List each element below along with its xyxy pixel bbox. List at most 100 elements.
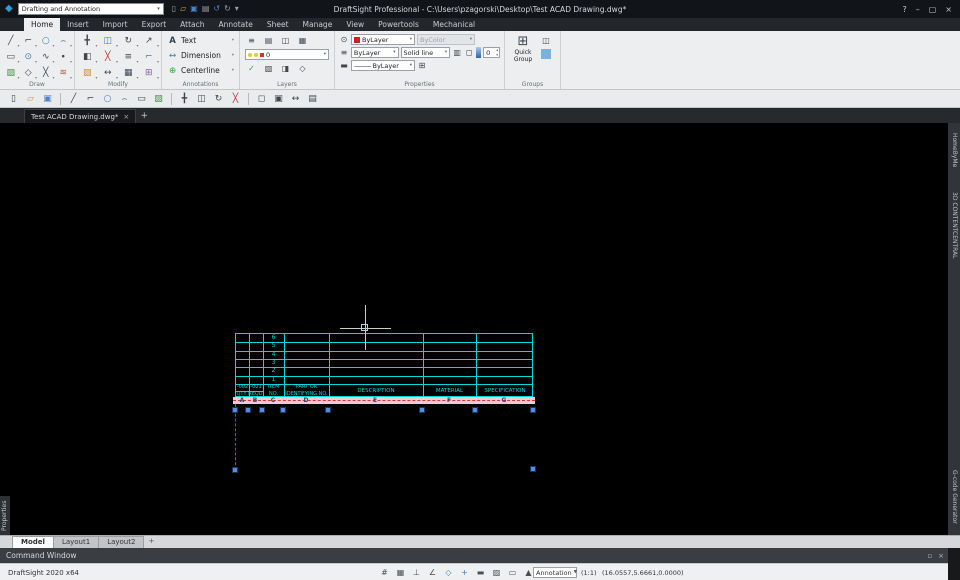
parts-list-table[interactable]: 654321 -002 -001 QTY REQD ITEM NO. PART …	[235, 333, 533, 397]
quick-group-button[interactable]: ⊞ Quick Group	[509, 34, 537, 63]
esnap-icon[interactable]: ◇	[442, 566, 455, 578]
sheet-tab[interactable]: Layout1	[52, 536, 100, 548]
trim-icon[interactable]: ╳ ▾	[98, 49, 118, 65]
line-color-dropdown[interactable]: ByLayer ▾	[351, 34, 415, 45]
rectangle-icon[interactable]: ▭ ▾	[2, 49, 19, 65]
mirror-icon[interactable]: ◧ ▾	[77, 49, 98, 65]
view-scale-label[interactable]: (1:1)	[581, 569, 597, 577]
add-sheet-button[interactable]: +	[143, 536, 159, 548]
drawing-canvas[interactable]: 654321 -002 -001 QTY REQD ITEM NO. PART …	[0, 123, 960, 535]
ribbon-tab[interactable]: Mechanical	[426, 18, 482, 31]
copy-tool-icon[interactable]: ◫	[194, 92, 209, 106]
ellipse-icon[interactable]: ⊙ ▾	[20, 49, 37, 65]
pan-icon[interactable]: ↔	[288, 92, 303, 106]
line-style-dropdown[interactable]: Solid line ▾	[400, 47, 451, 58]
properties-panel-tab[interactable]: Properties	[0, 496, 10, 535]
move-icon[interactable]: ╋ ▾	[77, 33, 98, 49]
qat-menu-icon[interactable]: ▾	[235, 0, 239, 18]
line-weight-dropdown[interactable]: ByLayer ▾	[350, 47, 399, 58]
grid-icon[interactable]: ▦	[394, 566, 407, 578]
dimension-button[interactable]: ↔ Dimension ▾	[164, 48, 237, 63]
restore-icon[interactable]: ▢	[929, 5, 937, 14]
layer-dropdown[interactable]: 0 ▾	[245, 49, 329, 60]
zoom-fit-icon[interactable]: ▣	[271, 92, 286, 106]
layer-hide-icon[interactable]: ▧	[261, 62, 276, 75]
hatch-icon[interactable]: ▨ ▾	[2, 65, 19, 81]
open-file-icon[interactable]: ▱	[180, 0, 186, 18]
rectangle-tool-icon[interactable]: ▭	[134, 92, 149, 106]
layer-match-icon[interactable]: ◇	[295, 62, 310, 75]
ribbon-tab[interactable]: Insert	[60, 18, 96, 31]
toolbar-icon[interactable]	[60, 92, 61, 105]
polygon-icon[interactable]: ◇ ▾	[20, 65, 37, 81]
close-tab-icon[interactable]: ×	[123, 113, 129, 121]
layers-manager-icon[interactable]: ≡	[244, 34, 259, 47]
layer-lock-icon[interactable]: ◨	[278, 62, 293, 75]
circle-icon[interactable]: ○ ▾	[37, 33, 55, 49]
entity-transparency-icon[interactable]: ◻	[464, 48, 474, 57]
layer-isolate-icon[interactable]: ◫	[278, 34, 293, 47]
snap-icon[interactable]: #	[378, 566, 391, 578]
ribbon-tab[interactable]: Powertools	[371, 18, 426, 31]
sheet-tab[interactable]: Layout2	[98, 536, 145, 548]
spline-icon[interactable]: ∿ ▾	[37, 49, 55, 65]
etrack-icon[interactable]: +	[458, 566, 471, 578]
help-icon[interactable]: ?	[902, 5, 906, 14]
grip[interactable]	[472, 407, 478, 413]
trim-tool-icon[interactable]: ╳	[228, 92, 243, 106]
ribbon-tab[interactable]: View	[339, 18, 371, 31]
spinner-arrows-icon[interactable]: ▴ ▾	[496, 48, 498, 58]
arc-icon[interactable]: ⌢ ▾	[55, 33, 72, 49]
layer-states-icon[interactable]: ✓	[244, 62, 259, 75]
copy-icon[interactable]: ◫ ▾	[98, 33, 118, 49]
close-icon[interactable]: ×	[945, 5, 952, 14]
stretch-icon[interactable]: ↔ ▾	[98, 65, 118, 81]
line-icon[interactable]: ╱ ▾	[2, 33, 19, 49]
selected-table-row[interactable]: AB C D E F G	[233, 397, 535, 404]
new-document-tab-button[interactable]: +	[136, 109, 152, 123]
ribbon-tab[interactable]: Import	[96, 18, 135, 31]
rotate-icon[interactable]: ↻ ▾	[118, 33, 138, 49]
undo-icon[interactable]: ↺	[213, 0, 220, 18]
open-drawing-icon[interactable]: ▱	[23, 92, 38, 106]
contentcentral-panel-tab[interactable]: 3D CONTENTCENTRAL	[948, 179, 960, 271]
rotate-tool-icon[interactable]: ↻	[211, 92, 226, 106]
document-tab[interactable]: Test ACAD Drawing.dwg* ×	[24, 109, 137, 123]
close-panel-icon[interactable]: ×	[938, 552, 944, 560]
properties-panel-icon[interactable]: ▤	[305, 92, 320, 106]
lineweight-icon[interactable]: ▬	[474, 566, 487, 578]
grip[interactable]	[232, 467, 238, 473]
offset-icon[interactable]: ≡ ▾	[118, 49, 138, 65]
save-drawing-icon[interactable]: ▣	[40, 92, 55, 106]
ribbon-tab[interactable]: Home	[24, 18, 61, 31]
ribbon-tab[interactable]: Export	[135, 18, 174, 31]
circle-tool-icon[interactable]: ○	[100, 92, 115, 106]
polar-icon[interactable]: ∠	[426, 566, 439, 578]
explode-icon[interactable]: ▨ ▾	[77, 65, 98, 81]
redo-icon[interactable]: ↻	[224, 0, 231, 18]
line-pattern-dropdown[interactable]: ——— ByLayer ▾	[351, 60, 415, 71]
group-color-swatch[interactable]	[541, 49, 551, 59]
annotation-scale-dropdown[interactable]: Annotation ▼	[533, 567, 577, 578]
grip[interactable]	[325, 407, 331, 413]
hatch-tool-icon[interactable]: ▨	[151, 92, 166, 106]
bycolor-dropdown[interactable]: ByColor ▾	[417, 34, 475, 45]
new-drawing-icon[interactable]: ▯	[6, 92, 21, 106]
centerline-button[interactable]: ⊕ Centerline ▾	[164, 63, 237, 78]
line-tool-icon[interactable]: ╱	[66, 92, 81, 106]
polyline-icon[interactable]: ⌐ ▾	[20, 33, 37, 49]
print-icon[interactable]: ▤	[202, 0, 210, 18]
float-panel-icon[interactable]: ▫	[927, 552, 932, 560]
polyline-tool-icon[interactable]: ⌐	[83, 92, 98, 106]
ribbon-tab[interactable]: Attach	[173, 18, 211, 31]
ortho-icon[interactable]: ⊥	[410, 566, 423, 578]
transparency-icon[interactable]: ▨	[490, 566, 503, 578]
ribbon-tab[interactable]: Sheet	[260, 18, 296, 31]
grip[interactable]	[530, 466, 536, 472]
transparency-spinner[interactable]: 0 ▴ ▾	[483, 47, 500, 58]
grip[interactable]	[232, 407, 238, 413]
pattern-icon[interactable]: ▦ ▾	[118, 65, 139, 81]
ribbon-tab[interactable]: Annotate	[212, 18, 260, 31]
command-window[interactable]: Command Window ▫ ×	[0, 548, 960, 563]
toolbar-icon[interactable]	[171, 92, 172, 105]
